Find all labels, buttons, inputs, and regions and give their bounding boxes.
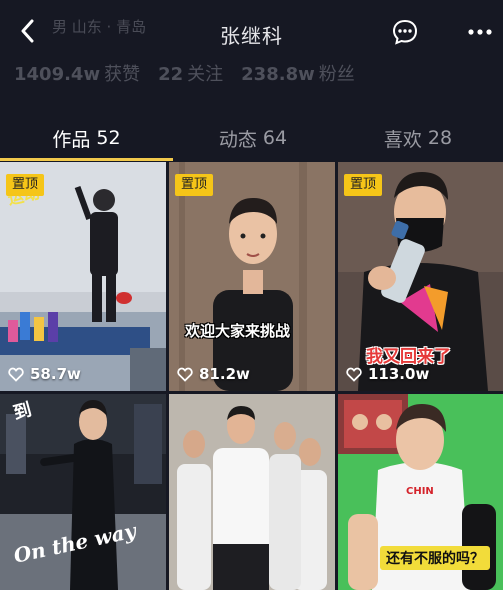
tab-activity[interactable]: 动态 64 [173, 118, 333, 158]
tab-activity-count: 64 [262, 127, 288, 149]
tab-likes-count: 28 [427, 127, 453, 149]
video-thumbnail[interactable]: 到 On the way [0, 394, 166, 590]
page-title: 张继科 [220, 24, 283, 48]
followers-label[interactable]: 粉丝 [319, 60, 355, 86]
likes-count: 1409.4w [14, 64, 101, 85]
following-label[interactable]: 关注 [187, 60, 223, 86]
chat-bubble-icon [392, 19, 418, 45]
more-dots-icon [468, 29, 492, 35]
heart-icon [8, 367, 24, 382]
message-button[interactable] [391, 18, 419, 46]
video-likes: 81.2w [177, 365, 250, 383]
followers-count[interactable]: 238.8w [241, 64, 315, 85]
tab-works[interactable]: 作品 52 [0, 118, 173, 158]
more-options-button[interactable] [466, 20, 494, 44]
likes-label: 获赞 [104, 64, 141, 85]
video-thumbnail[interactable]: 置顶 欢迎大家来挑战 81.2w [169, 162, 335, 391]
tab-likes[interactable]: 喜欢 28 [333, 118, 503, 158]
tab-works-label: 作品 [52, 128, 91, 151]
content-tabs: 作品 52 动态 64 喜欢 28 [0, 118, 503, 162]
video-cover-image [169, 394, 335, 590]
tab-activity-label: 动态 [218, 128, 257, 151]
pinned-badge: 置顶 [6, 174, 45, 196]
video-caption: 欢迎大家来挑战 [185, 322, 291, 340]
video-likes: 113.0w [346, 365, 429, 383]
video-likes: 58.7w [8, 365, 81, 383]
top-bar: 男 山东 · 青岛 张继科 [0, 0, 503, 62]
likes-count-text: 113.0w [368, 365, 430, 383]
tab-works-count: 52 [96, 127, 121, 149]
video-thumbnail[interactable] [169, 394, 335, 590]
tab-likes-label: 喜欢 [383, 128, 422, 151]
svg-text:CHIN: CHIN [406, 486, 434, 497]
video-thumbnail[interactable]: CHIN 还有不服的吗？ [338, 394, 503, 590]
pinned-badge: 置顶 [344, 174, 383, 196]
likes-count-text: 58.7w [30, 365, 81, 383]
following-count[interactable]: 22 [158, 64, 183, 85]
video-grid: 运动 置顶 58.7w 置顶 欢迎大家来挑战 [0, 162, 503, 590]
video-caption: 我又回来了 [366, 347, 451, 367]
video-caption: 还有不服的吗？ [380, 546, 490, 570]
video-cover-image: 运动 [0, 162, 166, 391]
video-cover-image [169, 162, 335, 391]
heart-icon [177, 367, 193, 382]
active-tab-indicator [0, 158, 173, 161]
profile-stats: 1409.4w 获赞 22 关注 238.8w 粉丝 [14, 60, 373, 86]
heart-icon [346, 367, 362, 382]
likes-count-text: 81.2w [199, 365, 250, 383]
pinned-badge: 置顶 [175, 174, 214, 196]
video-thumbnail[interactable]: 置顶 我又回来了 113.0w [338, 162, 503, 391]
video-thumbnail[interactable]: 运动 置顶 58.7w [0, 162, 166, 391]
